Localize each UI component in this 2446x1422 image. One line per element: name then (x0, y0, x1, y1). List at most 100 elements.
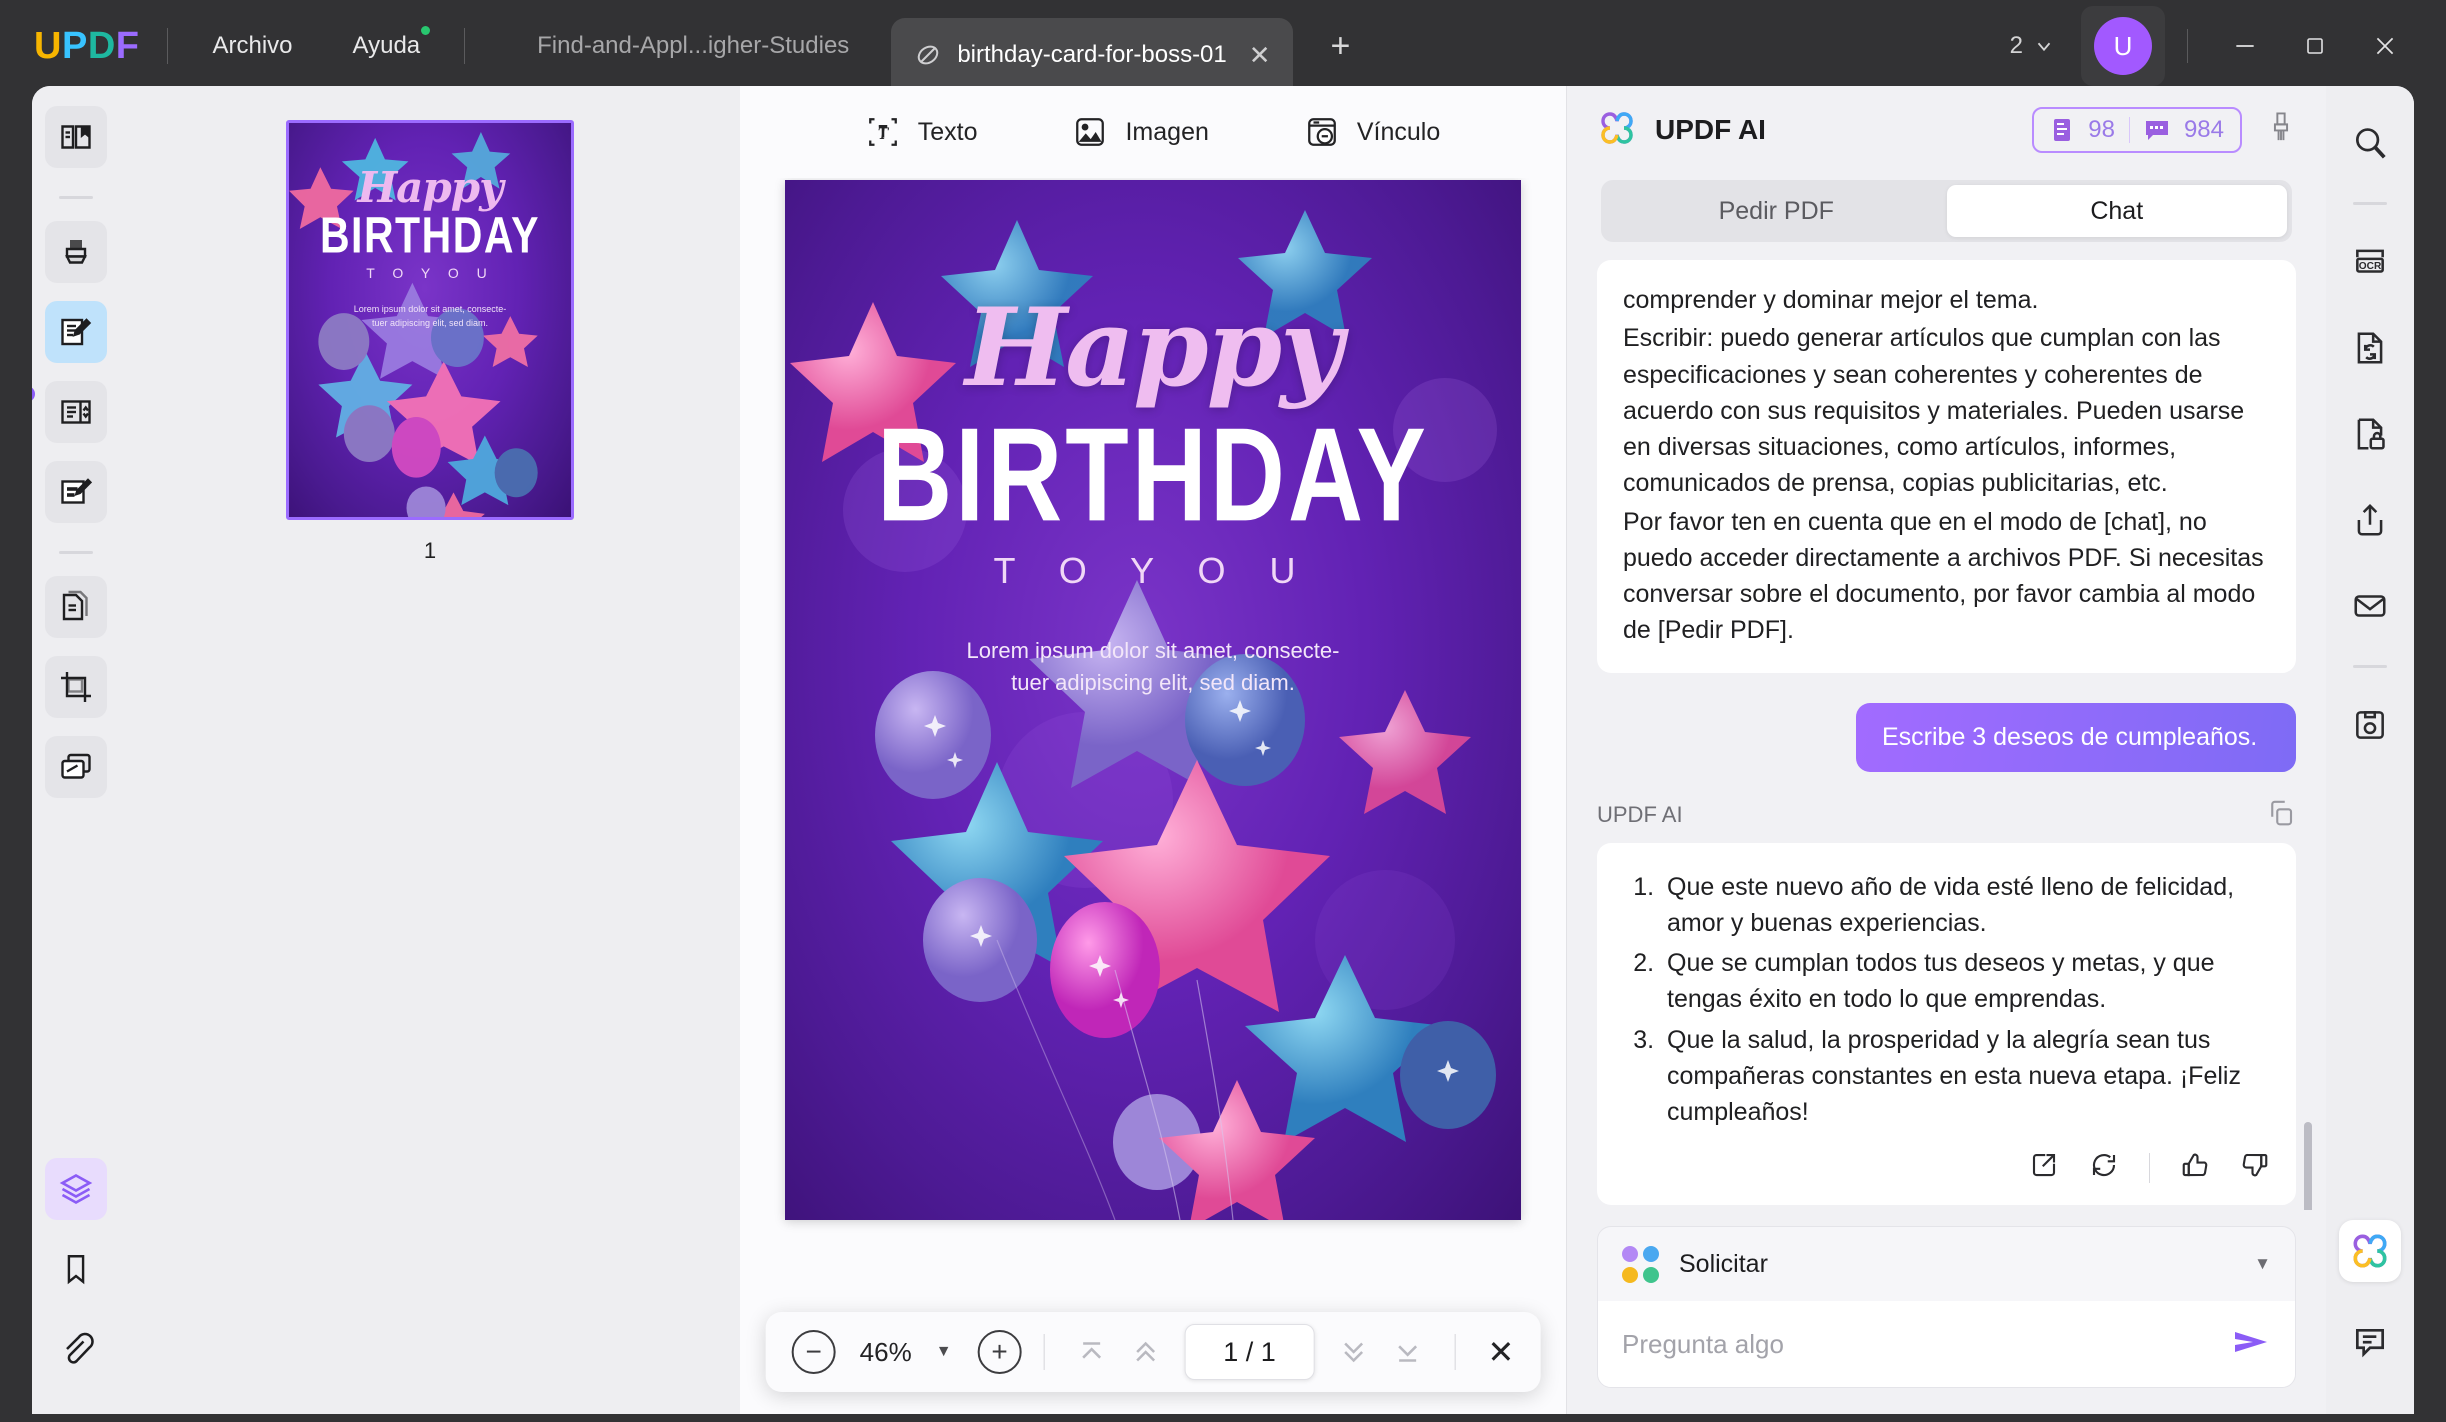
convert-icon (2357, 332, 2383, 364)
comment-icon (2355, 1328, 2385, 1358)
divider (167, 28, 169, 64)
sidebar-item-email[interactable] (2339, 575, 2401, 637)
divider (2187, 29, 2188, 63)
menu-archivo[interactable]: Archivo (196, 24, 308, 68)
sidebar-item-batch[interactable] (45, 736, 107, 798)
notification-dot (421, 26, 431, 35)
first-page-button[interactable] (1067, 1335, 1117, 1369)
right-tool-rail: OCR (2326, 86, 2414, 1414)
edit-toolbar: T Texto Imagen Vínculo (740, 86, 1566, 178)
zoom-dropdown-caret[interactable]: ▼ (936, 1343, 952, 1361)
chat-input-row[interactable]: Pregunta algo (1598, 1301, 2295, 1387)
page-thumbnail-panel: Happy BIRTHDAY T O Y O U Lorem ipsum dol… (120, 86, 740, 1414)
sidebar-item-search[interactable] (2339, 112, 2401, 174)
form-fields-icon (61, 400, 91, 424)
minimize-button[interactable] (2210, 18, 2280, 74)
pdf-page-canvas[interactable]: Happy BIRTHDAY T O Y O U Lorem ipsum dol… (785, 180, 1521, 1220)
menu-archivo-label: Archivo (212, 32, 293, 59)
page-thumbnail[interactable]: Happy BIRTHDAY T O Y O U Lorem ipsum dol… (286, 120, 574, 520)
maximize-icon (2307, 38, 2323, 54)
assistant-paragraph-2: Escribir: puedo generar artículos que cu… (1623, 324, 2245, 498)
prompt-mode-selector[interactable]: Solicitar ▼ (1598, 1227, 2295, 1301)
sidebar-item-reader[interactable] (45, 106, 107, 168)
assistant-paragraph-3: Por favor ten en cuenta que en el modo d… (1623, 507, 2264, 645)
ai-credits-badge[interactable]: 98 984 (2032, 107, 2242, 153)
export-icon[interactable] (2029, 1150, 2059, 1185)
thumbs-up-icon[interactable] (2180, 1150, 2210, 1185)
prev-page-icon (1136, 1341, 1155, 1362)
divider (1454, 1334, 1456, 1370)
brush-icon[interactable] (2266, 111, 2296, 150)
page-area: Happy BIRTHDAY T O Y O U Lorem ipsum dol… (740, 178, 1566, 1414)
logo-letter-p: P (61, 24, 88, 67)
rail-divider (59, 196, 93, 199)
tab-chat[interactable]: Chat (1946, 185, 2287, 237)
next-page-icon (1344, 1342, 1363, 1363)
close-toolbar-button[interactable]: ✕ (1488, 1333, 1515, 1371)
sidebar-item-ocr[interactable]: OCR (2339, 231, 2401, 293)
sidebar-item-highlighter[interactable] (45, 221, 107, 283)
document-tab-inactive[interactable]: Find-and-Appl...igher-Studies (537, 32, 849, 60)
layers-icon (59, 1173, 93, 1205)
pdf-viewer: T Texto Imagen Vínculo Happy BIRTHDAY T … (740, 86, 1566, 1414)
sidebar-item-updf-ai[interactable] (2339, 1220, 2401, 1282)
next-page-button[interactable] (1329, 1335, 1379, 1369)
close-tab-icon[interactable]: ✕ (1249, 42, 1271, 68)
account-button[interactable]: U (2081, 6, 2165, 86)
email-icon (2354, 595, 2386, 617)
avatar: U (2094, 17, 2152, 75)
sidebar-item-layers[interactable] (45, 1158, 107, 1220)
document-tab-active[interactable]: birthday-card-for-boss-01 ✕ (891, 18, 1293, 92)
send-icon[interactable] (2231, 1326, 2271, 1363)
thumb-body: Lorem ipsum dolor sit amet, consecte- tu… (353, 304, 507, 328)
sidebar-item-save-as[interactable] (2339, 694, 2401, 756)
comment-edit-icon (61, 478, 93, 504)
thumbs-down-icon[interactable] (2240, 1150, 2270, 1185)
window-count-selector[interactable]: 2 (2010, 32, 2055, 60)
sidebar-item-organize[interactable] (45, 576, 107, 638)
text-box-icon: T (868, 118, 897, 146)
zoom-in-button[interactable]: + (977, 1330, 1022, 1374)
prompt-mode-icon (1622, 1245, 1659, 1283)
prompt-mode-label: Solicitar (1679, 1249, 1768, 1278)
sidebar-item-edit-pdf[interactable] (45, 301, 107, 363)
prev-page-button[interactable] (1121, 1335, 1171, 1369)
sidebar-item-comments[interactable] (2339, 1312, 2401, 1374)
sidebar-item-crop[interactable] (45, 656, 107, 718)
rail-divider (2353, 665, 2387, 668)
sidebar-item-bookmark[interactable] (45, 1238, 107, 1300)
ai-chat-scroll[interactable]: comprender y dominar mejor el tema. Escr… (1567, 242, 2326, 1210)
toolbar-item-texto[interactable]: T Texto (866, 115, 977, 149)
tab-pedir-pdf[interactable]: Pedir PDF (1606, 185, 1947, 237)
edit-pdf-icon (61, 318, 92, 346)
assistant-message: comprender y dominar mejor el tema. Escr… (1597, 260, 2296, 673)
sidebar-item-comment-edit[interactable] (45, 461, 107, 523)
page-body-text: Lorem ipsum dolor sit amet, consecte- tu… (966, 638, 1340, 695)
assistant-header-row: UPDF AI (1597, 798, 2296, 833)
last-page-button[interactable] (1383, 1335, 1433, 1369)
copy-icon[interactable] (2266, 798, 2296, 833)
toolbar-item-imagen[interactable]: Imagen (1073, 115, 1209, 149)
chat-scrollbar[interactable] (2304, 1122, 2312, 1210)
sidebar-item-share[interactable] (2339, 489, 2401, 551)
page-indicator[interactable]: 1 / 1 (1184, 1324, 1315, 1380)
regenerate-icon[interactable] (2089, 1150, 2119, 1185)
maximize-button[interactable] (2280, 18, 2350, 74)
sidebar-item-convert[interactable] (2339, 317, 2401, 379)
sidebar-item-form[interactable] (45, 381, 107, 443)
save-as-icon (2356, 711, 2384, 739)
document-tab-active-label: birthday-card-for-boss-01 (957, 41, 1227, 68)
document-credit-icon (2054, 119, 2071, 141)
menu-ayuda[interactable]: Ayuda (337, 24, 437, 68)
close-window-button[interactable] (2350, 18, 2420, 74)
sidebar-item-protect[interactable] (2339, 403, 2401, 465)
thumb-script-title: Happy (357, 163, 503, 212)
chevron-down-icon[interactable]: ▼ (2254, 1254, 2271, 1274)
toolbar-item-vinculo[interactable]: Vínculo (1305, 115, 1440, 149)
sidebar-item-attachment[interactable] (45, 1318, 107, 1380)
divider (464, 28, 466, 64)
panel-collapse-handle[interactable] (32, 386, 35, 402)
zoom-out-button[interactable]: − (791, 1330, 836, 1374)
pdf-file-icon (913, 40, 943, 70)
new-tab-button[interactable]: + (1331, 29, 1351, 63)
